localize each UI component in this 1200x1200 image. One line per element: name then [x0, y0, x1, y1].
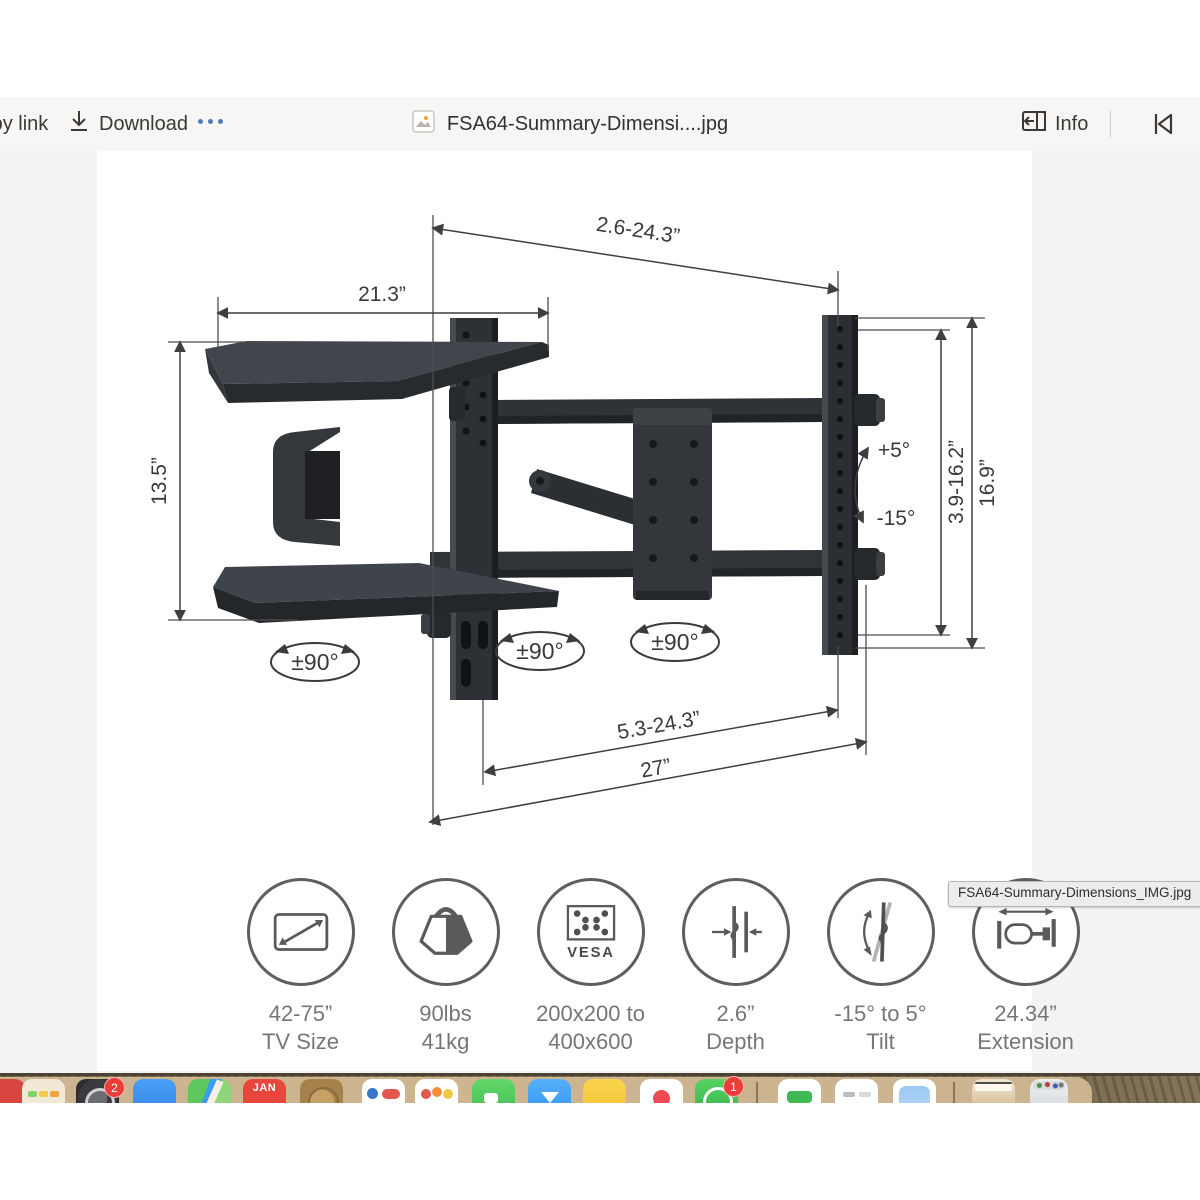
dock-app-mail[interactable]	[528, 1079, 571, 1103]
tv-size-icon	[247, 878, 355, 986]
calendar-month-label: JAN	[243, 1082, 286, 1094]
more-dots-icon	[198, 119, 203, 124]
copy-link-label: Copy link	[0, 113, 48, 136]
dock-app-maps[interactable]	[188, 1079, 231, 1103]
dim-bottom-span: 5.3-24.3”	[615, 707, 702, 744]
dim-left-height: 13.5”	[148, 457, 171, 505]
download-arrow-icon	[68, 109, 90, 139]
feature-line2: Extension	[977, 1028, 1074, 1056]
dock-app-preview-green[interactable]	[778, 1079, 821, 1103]
dock-app-photos[interactable]	[415, 1079, 458, 1103]
dock-downloads-stack[interactable]	[972, 1079, 1015, 1103]
depth-icon	[682, 878, 790, 986]
dock-separator	[756, 1082, 758, 1103]
vesa-icon: VESA	[537, 878, 645, 986]
more-options-button[interactable]	[198, 119, 223, 124]
tilt-icon	[827, 878, 935, 986]
file-title-label: FSA64-Summary-Dimensi....jpg	[447, 113, 728, 136]
download-button[interactable]: Download	[68, 97, 188, 151]
dim-tilt-up: +5°	[878, 439, 910, 462]
filename-tooltip: FSA64-Summary-Dimensions_IMG.jpg	[948, 881, 1200, 907]
dim-swivel-1: ±90°	[291, 649, 338, 675]
dock-app-reminders[interactable]	[835, 1079, 878, 1103]
whatsapp-notification-badge: 1	[723, 1076, 744, 1097]
image-panel: 2.6-24.3” 21.3” 13.5” 3.9-16.2” 16.9” 5.…	[97, 151, 1032, 1071]
dim-swivel-3: ±90°	[651, 629, 698, 655]
feature-line1: 2.6”	[706, 1000, 765, 1028]
dock-app-podcasts[interactable]	[362, 1079, 405, 1103]
feature-vesa: VESA 200x200 to 400x600	[518, 878, 663, 1056]
weight-icon	[392, 878, 500, 986]
dock-app-music[interactable]	[640, 1079, 683, 1103]
dock-app-launchpad[interactable]	[22, 1079, 65, 1103]
dock-top-edge	[0, 1073, 1200, 1076]
dim-swivel-2: ±90°	[516, 638, 563, 664]
mount-diagram: 2.6-24.3” 21.3” 13.5” 3.9-16.2” 16.9” 5.…	[97, 151, 1032, 886]
dock-app-weather[interactable]	[893, 1079, 936, 1103]
dock-trash[interactable]	[1030, 1079, 1068, 1103]
dim-tilt-down: -15°	[877, 507, 916, 530]
viewer-content-area: 2.6-24.3” 21.3” 13.5” 3.9-16.2” 16.9” 5.…	[0, 151, 1200, 1075]
image-thumb-icon	[412, 110, 435, 139]
settings-notification-badge: 2	[104, 1077, 125, 1098]
dock-app-safari-brown[interactable]	[300, 1079, 343, 1103]
dim-outer-height: 16.9”	[976, 459, 999, 507]
feature-line1: -15° to 5°	[834, 1000, 926, 1028]
download-label: Download	[99, 113, 188, 136]
dim-top-span: 2.6-24.3”	[595, 213, 682, 248]
desktop-strip: 2 JAN 1	[0, 1073, 1200, 1103]
info-panel-icon	[1022, 111, 1046, 137]
feature-line1: 42-75”	[262, 1000, 339, 1028]
feature-weight: 90lbs 41kg	[373, 878, 518, 1056]
feature-line2: Depth	[706, 1028, 765, 1056]
dock-separator	[953, 1082, 955, 1103]
dim-inner-height: 3.9-16.2”	[945, 440, 968, 524]
feature-line2: 400x600	[536, 1028, 645, 1056]
previous-item-icon	[1150, 124, 1176, 141]
feature-line1: 90lbs	[419, 1000, 472, 1028]
feature-line2: 41kg	[419, 1028, 472, 1056]
feature-line1: 24.34”	[977, 1000, 1074, 1028]
feature-line1: 200x200 to	[536, 1000, 645, 1028]
vesa-label: VESA	[567, 945, 615, 961]
feature-tilt: -15° to 5° Tilt	[808, 878, 953, 1056]
info-label: Info	[1055, 113, 1088, 136]
copy-link-button[interactable]: Copy link	[0, 97, 48, 151]
dock-app-facetime[interactable]	[472, 1079, 515, 1103]
feature-tv-size: 42-75” TV Size	[228, 878, 373, 1056]
info-button[interactable]: Info	[1022, 97, 1088, 151]
filename-tooltip-text: FSA64-Summary-Dimensions_IMG.jpg	[958, 885, 1191, 900]
dim-arm-width: 21.3”	[358, 283, 406, 306]
feature-depth: 2.6” Depth	[663, 878, 808, 1056]
feature-line2: TV Size	[262, 1028, 339, 1056]
dock-app-store[interactable]	[133, 1079, 176, 1103]
viewer-toolbar: Copy link Download FSA64-Summary-Dimensi…	[0, 97, 1200, 152]
feature-line2: Tilt	[834, 1028, 926, 1056]
dock-app-calendar[interactable]: JAN	[243, 1079, 286, 1103]
dock-app-notes[interactable]	[583, 1079, 626, 1103]
previous-item-button[interactable]	[1150, 111, 1176, 142]
toolbar-divider	[1110, 110, 1111, 138]
file-title: FSA64-Summary-Dimensi....jpg	[412, 97, 728, 151]
